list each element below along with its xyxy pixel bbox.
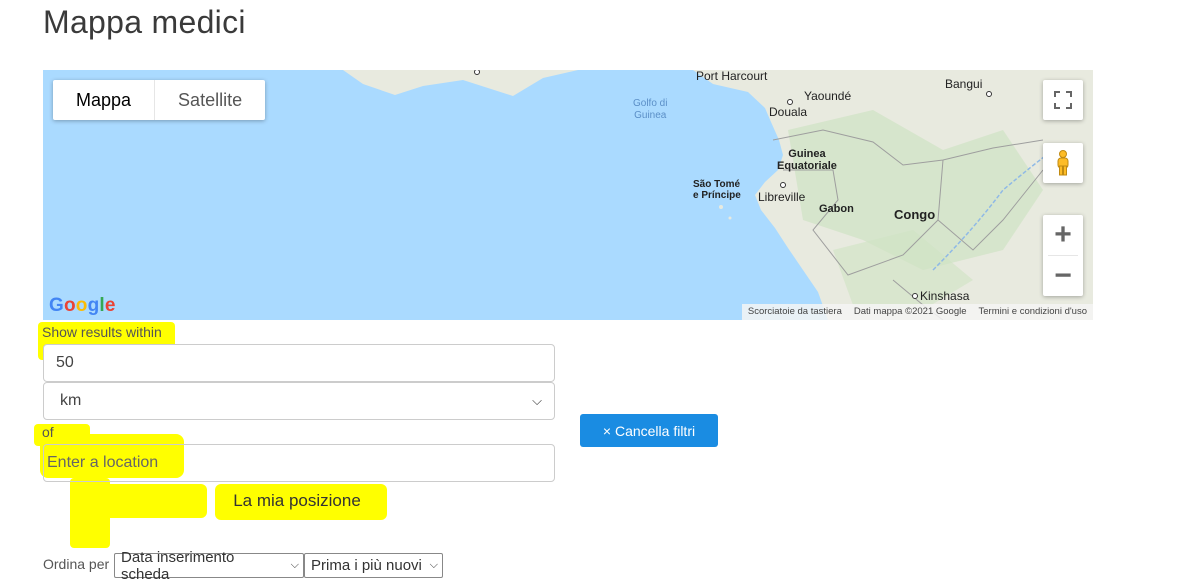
sort-order-select[interactable]: Prima i più nuovi ⌵ bbox=[304, 553, 443, 578]
map-type-switcher: Mappa Satellite bbox=[53, 80, 266, 120]
map-label-libreville: Libreville bbox=[758, 190, 806, 204]
map-attribution: Scorciatoie da tastiera Dati mappa ©2021… bbox=[741, 304, 1093, 320]
map-type-map-button[interactable]: Mappa bbox=[53, 80, 156, 120]
google-logo[interactable]: Google bbox=[49, 295, 116, 317]
map-label-port-harcourt: Port Harcourt bbox=[696, 70, 768, 83]
map-data-credit: Dati mappa ©2021 Google bbox=[853, 306, 967, 317]
map-label-kinshasa: Kinshasa bbox=[920, 289, 970, 303]
chevron-down-icon: ⌵ bbox=[429, 559, 438, 571]
map-label-gulf-line2: Guinea bbox=[634, 110, 667, 121]
map-label-sao-tome-line2: e Príncipe bbox=[693, 190, 741, 201]
zoom-control: + − bbox=[1043, 215, 1083, 296]
highlight-mark bbox=[95, 484, 207, 518]
distance-input[interactable]: 50 bbox=[43, 344, 555, 382]
unit-value: km bbox=[60, 392, 82, 409]
of-label: of bbox=[42, 424, 54, 440]
terms-link[interactable]: Termini e condizioni d'uso bbox=[979, 306, 1087, 318]
distance-value: 50 bbox=[56, 354, 74, 371]
zoom-out-button[interactable]: − bbox=[1043, 256, 1083, 296]
clear-filters-button[interactable]: × Cancella filtri bbox=[580, 414, 718, 447]
page-title: Mappa medici bbox=[43, 4, 246, 40]
map-label-guinea-eq: Guinea Equatoriale bbox=[777, 148, 837, 172]
chevron-down-icon: ⌵ bbox=[290, 559, 299, 571]
fullscreen-icon bbox=[1054, 91, 1072, 109]
chevron-down-icon: ⌵ bbox=[532, 393, 542, 408]
sort-order-value: Prima i più nuovi bbox=[311, 557, 422, 574]
location-input[interactable]: Enter a location bbox=[43, 444, 555, 482]
map-label-guinea-eq-line1: Guinea bbox=[788, 148, 826, 160]
sort-label: Ordina per bbox=[43, 556, 110, 572]
map-label-gulf-line1: Golfo di bbox=[633, 98, 668, 109]
fullscreen-button[interactable] bbox=[1043, 80, 1083, 120]
zoom-in-button[interactable]: + bbox=[1043, 215, 1083, 255]
map-label-gulf: Golfo di Guinea bbox=[633, 98, 667, 122]
sort-field-select[interactable]: Data inserimento scheda ⌵ bbox=[114, 549, 304, 583]
map-label-bangui: Bangui bbox=[945, 77, 983, 91]
map-label-guinea-eq-line2: Equatoriale bbox=[777, 160, 837, 172]
unit-select[interactable]: km ⌵ bbox=[43, 382, 555, 420]
radius-label: Show results within bbox=[42, 324, 162, 340]
keyboard-shortcuts-link[interactable]: Scorciatoie da tastiera bbox=[748, 306, 842, 318]
map-label-sao-tome: São Tomé e Príncipe bbox=[693, 179, 741, 201]
map-label-sao-tome-line1: São Tomé bbox=[693, 179, 741, 190]
map-label-douala: Douala bbox=[769, 105, 808, 119]
my-position-button[interactable]: La mia posizione bbox=[207, 484, 387, 518]
map-label-yaounde: Yaoundé bbox=[804, 89, 852, 103]
map-label-gabon: Gabon bbox=[819, 203, 854, 215]
map-type-satellite-button[interactable]: Satellite bbox=[155, 80, 265, 120]
street-view-pegman-button[interactable] bbox=[1043, 143, 1083, 183]
map-label-congo: Congo bbox=[894, 207, 936, 222]
map-canvas[interactable]: Port Harcourt Yaoundé Bangui Douala Golf… bbox=[43, 70, 1093, 320]
sort-field-value: Data inserimento scheda bbox=[121, 548, 235, 583]
location-placeholder: Enter a location bbox=[47, 454, 159, 471]
pegman-icon bbox=[1057, 150, 1069, 176]
